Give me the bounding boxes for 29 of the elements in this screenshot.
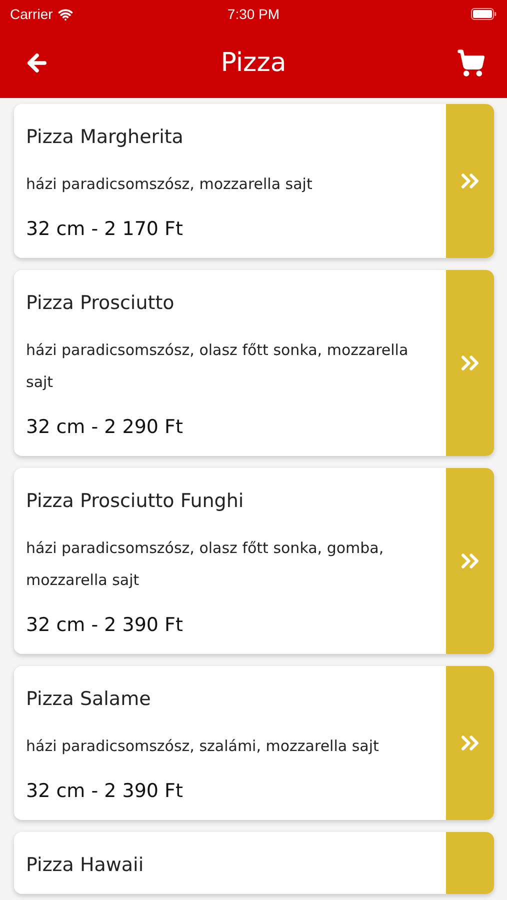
clock-time: 7:30 PM: [227, 6, 280, 22]
open-item-button[interactable]: [446, 666, 494, 820]
page-title: Pizza: [220, 48, 286, 78]
cart-button[interactable]: [457, 49, 485, 77]
open-item-button[interactable]: [446, 104, 494, 258]
pizza-description: házi paradicsomszósz, olasz főtt sonka, gomba, mozzarella sajt: [26, 538, 385, 591]
pizza-description: házi paradicsomszósz, olasz főtt sonka, mozzarella sajt: [26, 340, 410, 393]
pizza-name: Pizza Hawaii: [26, 853, 145, 878]
pizza-card[interactable]: Pizza Prosciutto Funghi házi paradicsomszósz, olasz főtt sonka, gomba, mozzarella sajt 32 cm - 2 390 Ft: [14, 468, 494, 654]
pizza-card[interactable]: Pizza Margherita házi paradicsomszósz, mozzarella sajt 32 cm - 2 170 Ft: [14, 104, 494, 258]
pizza-name: Pizza Prosciutto: [26, 291, 176, 316]
pizza-price: 32 cm - 2 170 Ft: [26, 217, 184, 242]
open-item-button[interactable]: [446, 832, 494, 894]
pizza-price: 32 cm - 2 290 Ft: [26, 415, 184, 440]
open-item-button[interactable]: [446, 270, 494, 456]
pizza-price: 32 cm - 2 390 Ft: [26, 779, 184, 804]
carrier-label: Carrier: [10, 6, 53, 22]
pizza-name: Pizza Salame: [26, 687, 152, 712]
pizza-name: Pizza Prosciutto Funghi: [26, 489, 245, 514]
open-item-button[interactable]: [446, 468, 494, 654]
wifi-icon: [58, 6, 73, 22]
pizza-description: házi paradicsomszósz, mozzarella sajt: [26, 174, 314, 195]
pizza-price: 32 cm - 2 390 Ft: [26, 613, 184, 638]
battery-icon: [470, 8, 497, 20]
pizza-card[interactable]: Pizza Salame házi paradicsomszósz, szalámi, mozzarella sajt 32 cm - 2 390 Ft: [14, 666, 494, 820]
pizza-card[interactable]: Pizza Prosciutto házi paradicsomszósz, olasz főtt sonka, mozzarella sajt 32 cm - 2 290 Ft: [14, 270, 494, 456]
pizza-description: házi paradicsomszósz, szalámi, mozzarella sajt: [26, 736, 380, 757]
pizza-name: Pizza Margherita: [26, 125, 184, 150]
pizza-card[interactable]: Pizza Hawaii: [14, 832, 494, 894]
